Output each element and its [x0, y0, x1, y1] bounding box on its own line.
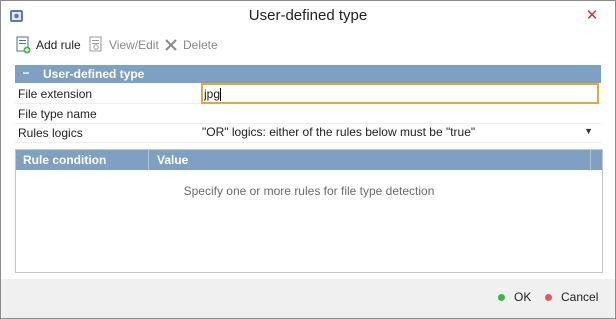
rules-logics-select[interactable]: "OR" logics: either of the rules below m… — [201, 123, 599, 142]
dropdown-arrow-icon[interactable]: ▼ — [584, 126, 593, 136]
grid-header: Rule condition Value — [16, 150, 602, 170]
close-icon[interactable]: ✕ — [583, 7, 601, 25]
view-edit-button[interactable]: View/Edit — [88, 35, 159, 55]
property-row-rules-logics: Rules logics "OR" logics: either of the … — [15, 123, 601, 143]
collapse-icon[interactable]: − — [21, 66, 31, 80]
dialog-window: User-defined type ✕ Add rule View/Edit D… — [0, 0, 616, 319]
cancel-dot-icon — [545, 293, 552, 301]
grid-empty-message: Specify one or more rules for file type … — [183, 184, 435, 198]
cancel-button[interactable]: Cancel — [545, 290, 598, 304]
file-extension-input[interactable]: jpg — [201, 83, 599, 104]
rules-logics-value: "OR" logics: either of the rules below m… — [202, 125, 476, 139]
window-title: User-defined type — [248, 7, 368, 24]
column-value[interactable]: Value — [157, 153, 188, 167]
column-rule-condition[interactable]: Rule condition — [23, 153, 106, 167]
text-caret — [220, 88, 222, 102]
rules-grid[interactable]: Rule condition Value Specify one or more… — [15, 149, 603, 273]
file-extension-label: File extension — [18, 87, 93, 101]
file-type-name-input[interactable] — [201, 104, 599, 123]
file-type-name-label: File type name — [18, 107, 97, 121]
ok-dot-icon — [498, 293, 505, 301]
delete-label: Delete — [183, 38, 218, 52]
view-edit-label: View/Edit — [109, 38, 159, 52]
section-title: User-defined type — [43, 67, 145, 81]
delete-icon — [164, 38, 178, 52]
rules-logics-label: Rules logics — [18, 126, 83, 140]
title-bar: User-defined type ✕ — [1, 1, 615, 31]
column-divider[interactable] — [148, 150, 149, 170]
property-row-file-type-name: File type name — [15, 104, 601, 124]
file-extension-value: jpg — [204, 87, 221, 101]
delete-button[interactable]: Delete — [164, 35, 218, 55]
add-rule-label: Add rule — [36, 38, 81, 52]
add-rule-icon — [15, 36, 31, 54]
property-row-file-extension: File extension jpg — [15, 83, 601, 104]
column-divider[interactable] — [590, 150, 591, 170]
view-edit-icon — [88, 36, 104, 54]
cancel-label: Cancel — [561, 290, 599, 304]
toolbar: Add rule View/Edit Delete — [1, 33, 615, 57]
ok-button[interactable]: OK — [498, 290, 531, 304]
dialog-footer: OK Cancel — [1, 279, 615, 318]
ok-label: OK — [514, 290, 532, 304]
add-rule-button[interactable]: Add rule — [15, 35, 81, 55]
section-header[interactable]: − User-defined type — [15, 65, 601, 83]
